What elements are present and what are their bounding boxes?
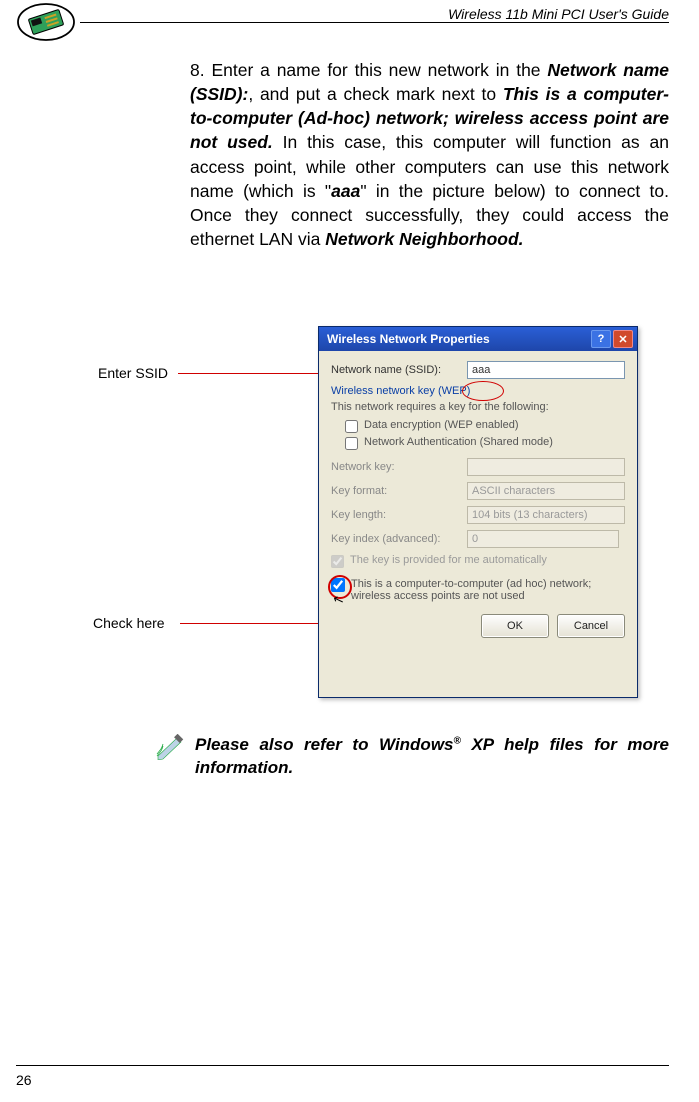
network-key-input [467, 458, 625, 476]
step-text-2: , and put a check mark next to [248, 84, 503, 104]
annotation-enter-ssid: Enter SSID [98, 365, 168, 381]
ok-button[interactable]: OK [481, 614, 549, 638]
header-title: Wireless 11b Mini PCI User's Guide [440, 6, 669, 22]
dialog-screenshot: Wireless Network Properties ? ✕ Network … [318, 326, 636, 696]
auto-key-label: The key is provided for me automatically [350, 554, 547, 566]
wep-enabled-checkbox[interactable] [345, 420, 358, 433]
key-index-label: Key index (advanced): [331, 533, 461, 545]
wep-enabled-label: Data encryption (WEP enabled) [364, 419, 519, 431]
key-format-select [467, 482, 625, 500]
cursor-icon: ↖ [331, 591, 347, 610]
wep-subtext: This network requires a key for the foll… [331, 401, 625, 413]
adhoc-label: This is a computer-to-computer (ad hoc) … [351, 578, 625, 602]
instruction-step-8: 8. Enter a name for this new network in … [190, 58, 669, 251]
key-length-select [467, 506, 625, 524]
page: Wireless 11b Mini PCI User's Guide 8. En… [0, 0, 699, 1102]
key-index-spinner [467, 530, 619, 548]
network-key-label: Network key: [331, 461, 461, 473]
step-text-1: 8. Enter a name for this new network in … [190, 60, 547, 80]
auto-key-checkbox [331, 555, 344, 568]
wep-section-title: Wireless network key (WEP) [331, 385, 625, 397]
ssid-input[interactable] [467, 361, 625, 379]
dialog-titlebar: Wireless Network Properties ? ✕ [319, 327, 637, 351]
key-length-label: Key length: [331, 509, 461, 521]
help-button[interactable]: ? [591, 330, 611, 348]
annotation-check-here: Check here [93, 615, 165, 631]
registered-mark: ® [454, 735, 461, 746]
note-pencil-icon [155, 734, 185, 760]
cancel-button[interactable]: Cancel [557, 614, 625, 638]
bold-network-neighborhood: Network Neighborhood. [325, 229, 523, 249]
callout-line-check [180, 623, 325, 624]
note-text: Please also refer to Windows® XP help fi… [195, 734, 669, 780]
shared-auth-label: Network Authentication (Shared mode) [364, 436, 553, 448]
wireless-network-properties-dialog: Wireless Network Properties ? ✕ Network … [318, 326, 638, 698]
pci-card-logo-icon [16, 2, 76, 42]
dialog-body: Network name (SSID): Wireless network ke… [319, 351, 637, 646]
header-rule [80, 22, 669, 23]
page-number: 26 [16, 1072, 32, 1088]
titlebar-buttons: ? ✕ [591, 330, 633, 348]
dialog-title: Wireless Network Properties [327, 332, 490, 346]
footer-rule [16, 1065, 669, 1066]
key-format-label: Key format: [331, 485, 461, 497]
shared-auth-checkbox[interactable] [345, 437, 358, 450]
bold-aaa: aaa [331, 181, 360, 201]
note-block: Please also refer to Windows® XP help fi… [155, 734, 669, 780]
adhoc-checkbox[interactable] [331, 578, 345, 592]
note-pre: Please also refer to Windows [195, 735, 454, 754]
close-button[interactable]: ✕ [613, 330, 633, 348]
ssid-label: Network name (SSID): [331, 364, 461, 376]
